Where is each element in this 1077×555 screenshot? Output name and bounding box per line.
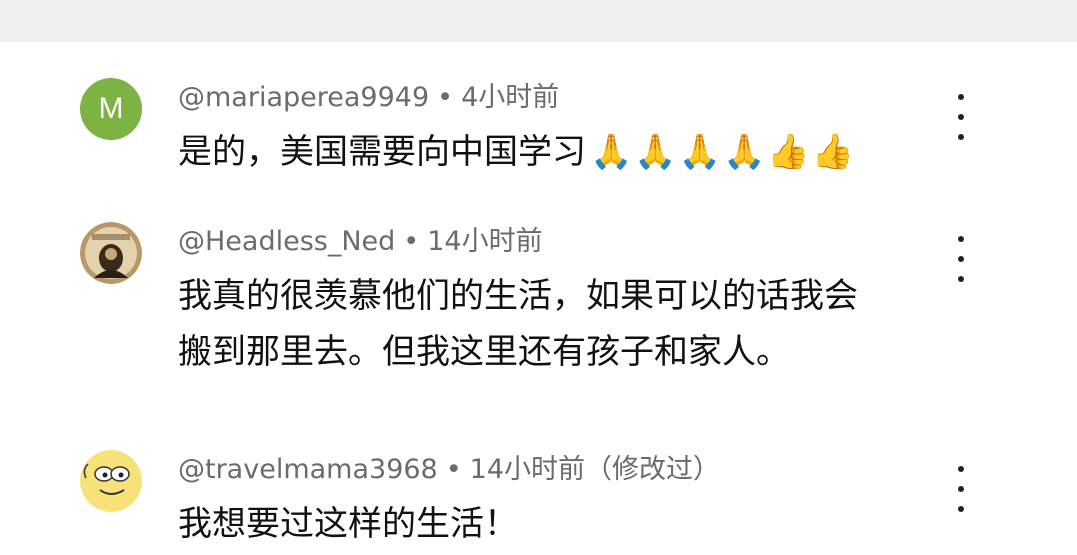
more-options-icon[interactable] [952,94,970,140]
more-options-icon[interactable] [952,236,970,282]
comment-time: 4小时前 [461,82,560,113]
cartoon-character-avatar-icon [80,450,142,512]
comment-username[interactable]: @mariaperea9949 [178,82,429,113]
comment-username[interactable]: @travelmama3968 [178,454,438,485]
more-options-icon[interactable] [952,466,970,512]
comment-time: 14小时前（修改过） [469,454,721,485]
comment-text: 我想要过这样的生活！ [178,504,518,544]
avatar[interactable] [80,450,142,512]
comment-content: @mariaperea9949 • 4小时前 是的，美国需要向中国学习 🙏🙏🙏🙏👍👍 [178,78,938,180]
comment-time: 14小时前 [427,226,543,257]
avatar[interactable]: M [80,78,142,140]
comment-text: 我真的很羡慕他们的生活，如果可以的话我会 搬到那里去。但我这里还有孩子和家人。 [178,276,858,372]
meta-separator: • [445,454,462,485]
comment-meta: @Headless_Ned • 14小时前 [178,222,938,262]
comment-username[interactable]: @Headless_Ned [178,226,395,257]
meta-separator: • [437,82,454,113]
avatar-letter: M [98,92,124,125]
comment-text: 是的，美国需要向中国学习 🙏🙏🙏🙏👍👍 [178,124,938,180]
comment-content: @Headless_Ned • 14小时前 我真的很羡慕他们的生活，如果可以的话我会… [178,222,938,380]
sepia-portrait-avatar-icon [80,222,142,284]
comment-meta: @mariaperea9949 • 4小时前 [178,78,938,118]
emoji-icons: 🙏🙏🙏🙏👍👍 [590,132,857,172]
comment-content: @travelmama3968 • 14小时前（修改过） 我想要过这样的生活！ [178,450,938,552]
top-bar [0,0,1077,42]
comment-meta: @travelmama3968 • 14小时前（修改过） [178,450,938,490]
meta-separator: • [403,226,420,257]
avatar[interactable] [80,222,142,284]
comments-screen: M @mariaperea9949 • 4小时前 是的，美国需要向中国学习 🙏🙏🙏🙏👍… [0,0,1077,555]
comment-text-body: 是的，美国需要向中国学习 [178,132,586,172]
